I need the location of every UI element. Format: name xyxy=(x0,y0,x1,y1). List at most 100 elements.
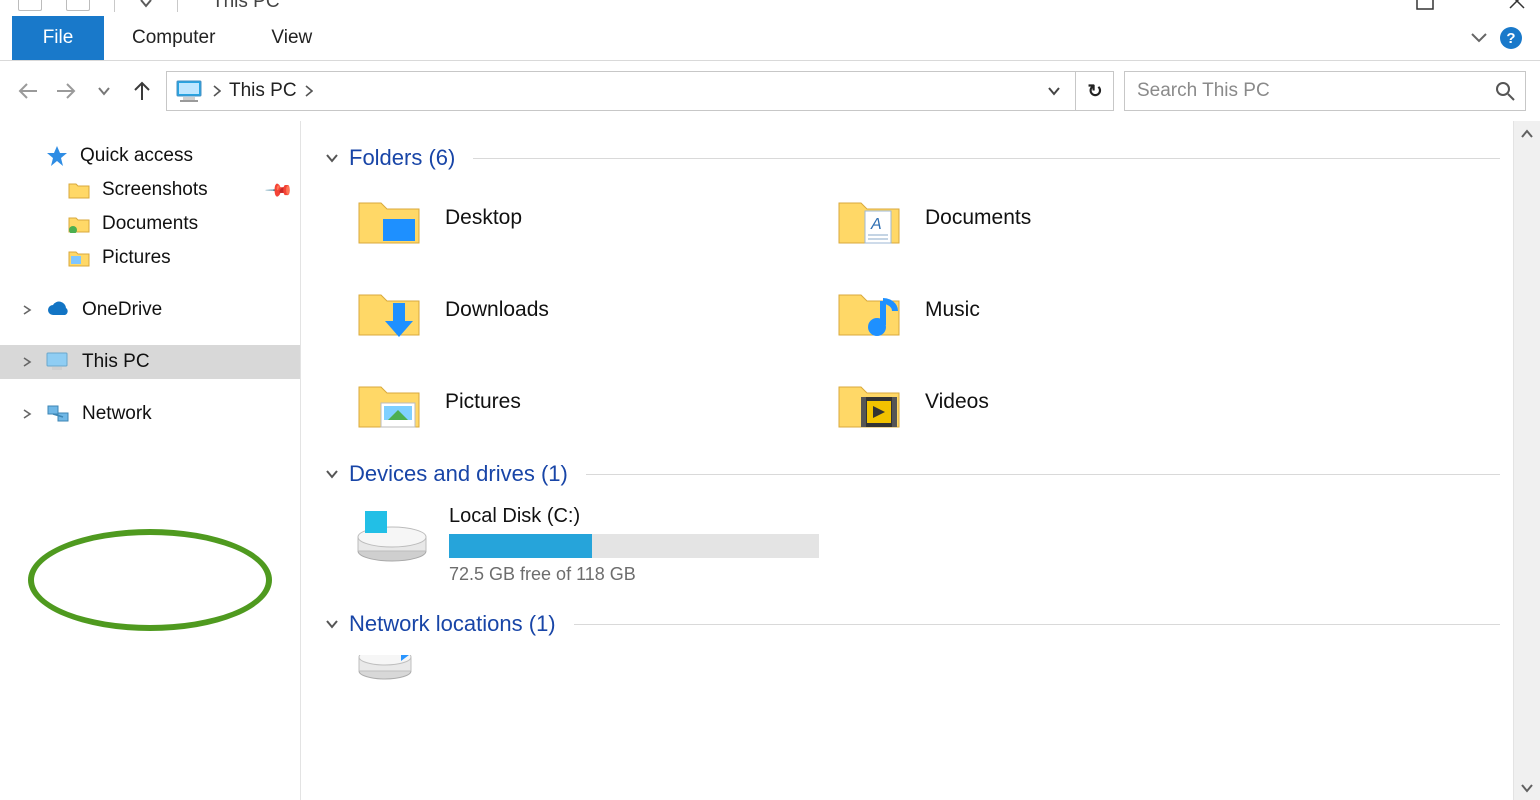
drive-label: Local Disk (C:) xyxy=(449,505,819,528)
network-icon xyxy=(46,404,70,424)
folder-item-desktop[interactable]: Desktop xyxy=(355,189,835,247)
sidebar-item-documents[interactable]: Documents xyxy=(0,207,300,241)
search-icon[interactable] xyxy=(1495,81,1515,101)
folder-documents-icon: A xyxy=(835,189,903,247)
file-tab-label: File xyxy=(43,27,74,49)
folder-icon xyxy=(68,249,90,267)
sidebar-network-label: Network xyxy=(82,403,152,425)
folder-item-label: Music xyxy=(925,298,980,322)
group-header-network-label: Network locations (1) xyxy=(349,611,556,637)
help-icon[interactable]: ? xyxy=(1500,27,1522,49)
folder-music-icon xyxy=(835,281,903,339)
sidebar-onedrive-label: OneDrive xyxy=(82,299,162,321)
group-rule xyxy=(586,474,1500,475)
drive-free-text: 72.5 GB free of 118 GB xyxy=(449,564,819,585)
folder-videos-icon xyxy=(835,373,903,431)
group-header-network-locations[interactable]: Network locations (1) xyxy=(325,611,1540,637)
folder-item-label: Pictures xyxy=(445,390,521,414)
sidebar-item-label: Screenshots xyxy=(102,179,208,201)
navigation-pane: Quick access Screenshots 📌 Documents Pic… xyxy=(0,121,301,800)
maximize-icon[interactable] xyxy=(1416,0,1434,10)
group-header-folders-label: Folders (6) xyxy=(349,145,455,171)
titlebar: This PC xyxy=(0,0,1540,16)
tab-view[interactable]: View xyxy=(243,16,340,60)
expand-icon[interactable] xyxy=(22,305,32,315)
sidebar-item-screenshots[interactable]: Screenshots 📌 xyxy=(0,173,300,207)
content-pane: Folders (6) Desktop xyxy=(301,121,1540,800)
close-icon[interactable] xyxy=(1508,0,1526,10)
folder-item-music[interactable]: Music xyxy=(835,281,1315,339)
qat-separator xyxy=(114,0,115,12)
cloud-icon xyxy=(46,301,70,319)
search-input[interactable] xyxy=(1135,79,1495,103)
tab-computer-label: Computer xyxy=(132,27,215,49)
group-rule xyxy=(574,624,1500,625)
recent-locations-icon[interactable] xyxy=(90,77,118,105)
network-location-item[interactable] xyxy=(355,655,1540,685)
chevron-right-icon xyxy=(213,85,221,97)
folder-icon xyxy=(68,181,90,199)
nav-row: This PC ↻ xyxy=(0,61,1540,121)
folder-item-documents[interactable]: A Documents xyxy=(835,189,1315,247)
group-header-drives[interactable]: Devices and drives (1) xyxy=(325,461,1540,487)
scroll-up-icon[interactable] xyxy=(1521,121,1533,147)
star-icon xyxy=(46,145,68,167)
drive-item-c[interactable]: Local Disk (C:) 72.5 GB free of 118 GB xyxy=(355,505,1540,585)
refresh-button[interactable]: ↻ xyxy=(1075,72,1114,110)
group-rule xyxy=(473,158,1500,159)
scroll-down-icon[interactable] xyxy=(1521,775,1533,800)
folder-downloads-icon xyxy=(355,281,423,339)
folder-pictures-icon xyxy=(355,373,423,431)
breadcrumb-root[interactable]: This PC xyxy=(213,80,313,102)
window-title: This PC xyxy=(212,0,280,13)
back-button[interactable] xyxy=(14,77,42,105)
qat-button-1[interactable] xyxy=(18,0,42,11)
sidebar-item-pictures[interactable]: Pictures xyxy=(0,241,300,275)
sidebar-onedrive[interactable]: OneDrive xyxy=(0,293,300,327)
expand-icon[interactable] xyxy=(22,357,32,367)
folder-desktop-icon xyxy=(355,189,423,247)
svg-text:A: A xyxy=(870,216,882,233)
address-bar[interactable]: This PC ↻ xyxy=(166,71,1114,111)
sidebar-quick-access[interactable]: Quick access xyxy=(0,139,300,173)
folder-item-label: Documents xyxy=(925,206,1031,230)
tab-view-label: View xyxy=(271,27,312,49)
folder-item-downloads[interactable]: Downloads xyxy=(355,281,835,339)
sidebar-network[interactable]: Network xyxy=(0,397,300,431)
ribbon-collapse-icon[interactable] xyxy=(1470,32,1488,44)
folder-item-label: Videos xyxy=(925,390,989,414)
search-box[interactable] xyxy=(1124,71,1526,111)
expand-icon[interactable] xyxy=(22,409,32,419)
qat-separator-2 xyxy=(177,0,178,12)
sidebar-item-label: Pictures xyxy=(102,247,171,269)
file-tab[interactable]: File xyxy=(12,16,104,60)
annotation-highlight-ring xyxy=(28,529,272,631)
group-header-folders[interactable]: Folders (6) xyxy=(325,145,1540,171)
folder-item-videos[interactable]: Videos xyxy=(835,373,1315,431)
folder-item-label: Downloads xyxy=(445,298,549,322)
sidebar-quick-access-label: Quick access xyxy=(80,145,193,167)
qat-button-2[interactable] xyxy=(66,0,90,11)
sidebar-this-pc-label: This PC xyxy=(82,351,150,373)
folder-item-label: Desktop xyxy=(445,206,522,230)
breadcrumb-label: This PC xyxy=(229,80,297,102)
qat-customize-icon[interactable] xyxy=(139,0,153,8)
network-location-icon xyxy=(355,655,423,685)
drive-usage-bar xyxy=(449,534,819,558)
drive-usage-fill xyxy=(449,534,592,558)
address-dropdown-icon[interactable] xyxy=(1041,86,1067,96)
sidebar-item-label: Documents xyxy=(102,213,198,235)
drive-icon xyxy=(355,505,429,565)
group-header-drives-label: Devices and drives (1) xyxy=(349,461,568,487)
folder-item-pictures[interactable]: Pictures xyxy=(355,373,835,431)
chevron-right-icon xyxy=(305,85,313,97)
tab-computer[interactable]: Computer xyxy=(104,16,243,60)
sidebar-this-pc[interactable]: This PC xyxy=(0,345,300,379)
up-button[interactable] xyxy=(128,77,156,105)
chevron-down-icon xyxy=(325,469,339,479)
drive-info: Local Disk (C:) 72.5 GB free of 118 GB xyxy=(449,505,819,585)
vertical-scrollbar[interactable] xyxy=(1513,121,1540,800)
pin-icon: 📌 xyxy=(263,175,294,206)
this-pc-icon xyxy=(175,79,205,103)
forward-button[interactable] xyxy=(52,77,80,105)
